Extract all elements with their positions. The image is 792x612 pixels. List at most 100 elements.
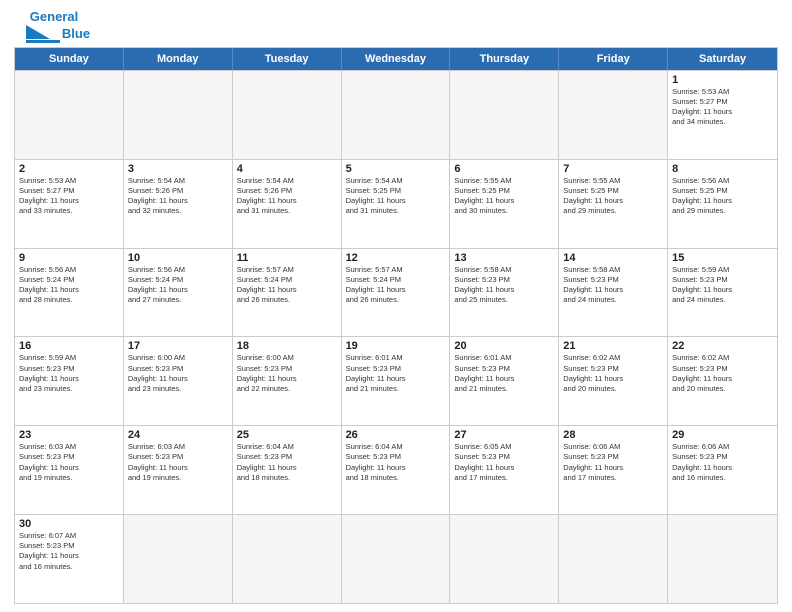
day-cell-30: 30Sunrise: 6:07 AM Sunset: 5:23 PM Dayli… — [15, 515, 124, 603]
day-cell-22: 22Sunrise: 6:02 AM Sunset: 5:23 PM Dayli… — [668, 337, 777, 425]
day-number: 27 — [454, 429, 554, 441]
empty-cell — [15, 71, 124, 159]
empty-cell — [559, 515, 668, 603]
day-cell-14: 14Sunrise: 5:58 AM Sunset: 5:23 PM Dayli… — [559, 249, 668, 337]
day-cell-27: 27Sunrise: 6:05 AM Sunset: 5:23 PM Dayli… — [450, 426, 559, 514]
day-number: 14 — [563, 252, 663, 264]
day-info: Sunrise: 6:01 AM Sunset: 5:23 PM Dayligh… — [454, 353, 514, 392]
day-cell-9: 9Sunrise: 5:56 AM Sunset: 5:24 PM Daylig… — [15, 249, 124, 337]
empty-cell — [124, 515, 233, 603]
day-cell-12: 12Sunrise: 5:57 AM Sunset: 5:24 PM Dayli… — [342, 249, 451, 337]
header: General Blue — [14, 10, 778, 43]
day-cell-5: 5Sunrise: 5:54 AM Sunset: 5:25 PM Daylig… — [342, 160, 451, 248]
day-cell-24: 24Sunrise: 6:03 AM Sunset: 5:23 PM Dayli… — [124, 426, 233, 514]
day-info: Sunrise: 5:53 AM Sunset: 5:27 PM Dayligh… — [672, 87, 732, 126]
logo-blue: Blue — [62, 26, 90, 41]
day-number: 20 — [454, 340, 554, 352]
day-number: 22 — [672, 340, 773, 352]
day-number: 19 — [346, 340, 446, 352]
day-cell-25: 25Sunrise: 6:04 AM Sunset: 5:23 PM Dayli… — [233, 426, 342, 514]
day-info: Sunrise: 6:02 AM Sunset: 5:23 PM Dayligh… — [672, 353, 732, 392]
day-cell-2: 2Sunrise: 5:53 AM Sunset: 5:27 PM Daylig… — [15, 160, 124, 248]
col-header-sunday: Sunday — [15, 48, 124, 70]
day-info: Sunrise: 5:55 AM Sunset: 5:25 PM Dayligh… — [563, 176, 623, 215]
day-info: Sunrise: 6:02 AM Sunset: 5:23 PM Dayligh… — [563, 353, 623, 392]
day-info: Sunrise: 6:06 AM Sunset: 5:23 PM Dayligh… — [563, 442, 623, 481]
day-cell-23: 23Sunrise: 6:03 AM Sunset: 5:23 PM Dayli… — [15, 426, 124, 514]
day-cell-17: 17Sunrise: 6:00 AM Sunset: 5:23 PM Dayli… — [124, 337, 233, 425]
day-info: Sunrise: 5:59 AM Sunset: 5:23 PM Dayligh… — [19, 353, 79, 392]
day-cell-3: 3Sunrise: 5:54 AM Sunset: 5:26 PM Daylig… — [124, 160, 233, 248]
day-info: Sunrise: 6:03 AM Sunset: 5:23 PM Dayligh… — [19, 442, 79, 481]
day-number: 4 — [237, 163, 337, 175]
day-info: Sunrise: 5:55 AM Sunset: 5:25 PM Dayligh… — [454, 176, 514, 215]
week-row-5: 23Sunrise: 6:03 AM Sunset: 5:23 PM Dayli… — [15, 425, 777, 514]
title-block — [94, 10, 778, 12]
day-number: 8 — [672, 163, 773, 175]
day-number: 30 — [19, 518, 119, 530]
day-number: 24 — [128, 429, 228, 441]
day-info: Sunrise: 5:54 AM Sunset: 5:25 PM Dayligh… — [346, 176, 406, 215]
day-info: Sunrise: 5:54 AM Sunset: 5:26 PM Dayligh… — [128, 176, 188, 215]
col-header-friday: Friday — [559, 48, 668, 70]
day-info: Sunrise: 5:56 AM Sunset: 5:25 PM Dayligh… — [672, 176, 732, 215]
day-info: Sunrise: 5:56 AM Sunset: 5:24 PM Dayligh… — [128, 265, 188, 304]
empty-cell — [450, 515, 559, 603]
empty-cell — [342, 71, 451, 159]
day-cell-1: 1Sunrise: 5:53 AM Sunset: 5:27 PM Daylig… — [668, 71, 777, 159]
day-info: Sunrise: 5:56 AM Sunset: 5:24 PM Dayligh… — [19, 265, 79, 304]
day-number: 7 — [563, 163, 663, 175]
day-number: 23 — [19, 429, 119, 441]
day-cell-20: 20Sunrise: 6:01 AM Sunset: 5:23 PM Dayli… — [450, 337, 559, 425]
day-info: Sunrise: 5:57 AM Sunset: 5:24 PM Dayligh… — [237, 265, 297, 304]
empty-cell — [450, 71, 559, 159]
empty-cell — [559, 71, 668, 159]
day-cell-6: 6Sunrise: 5:55 AM Sunset: 5:25 PM Daylig… — [450, 160, 559, 248]
day-cell-8: 8Sunrise: 5:56 AM Sunset: 5:25 PM Daylig… — [668, 160, 777, 248]
day-number: 9 — [19, 252, 119, 264]
day-info: Sunrise: 6:00 AM Sunset: 5:23 PM Dayligh… — [128, 353, 188, 392]
day-number: 5 — [346, 163, 446, 175]
day-number: 17 — [128, 340, 228, 352]
day-info: Sunrise: 6:00 AM Sunset: 5:23 PM Dayligh… — [237, 353, 297, 392]
day-info: Sunrise: 5:58 AM Sunset: 5:23 PM Dayligh… — [454, 265, 514, 304]
day-cell-7: 7Sunrise: 5:55 AM Sunset: 5:25 PM Daylig… — [559, 160, 668, 248]
week-row-2: 2Sunrise: 5:53 AM Sunset: 5:27 PM Daylig… — [15, 159, 777, 248]
day-info: Sunrise: 6:04 AM Sunset: 5:23 PM Dayligh… — [346, 442, 406, 481]
day-cell-26: 26Sunrise: 6:04 AM Sunset: 5:23 PM Dayli… — [342, 426, 451, 514]
empty-cell — [668, 515, 777, 603]
empty-cell — [233, 71, 342, 159]
day-number: 11 — [237, 252, 337, 264]
day-number: 13 — [454, 252, 554, 264]
day-number: 10 — [128, 252, 228, 264]
col-header-saturday: Saturday — [668, 48, 777, 70]
day-cell-10: 10Sunrise: 5:56 AM Sunset: 5:24 PM Dayli… — [124, 249, 233, 337]
col-header-thursday: Thursday — [450, 48, 559, 70]
calendar-body: 1Sunrise: 5:53 AM Sunset: 5:27 PM Daylig… — [15, 70, 777, 603]
day-number: 1 — [672, 74, 773, 86]
day-number: 25 — [237, 429, 337, 441]
day-info: Sunrise: 6:03 AM Sunset: 5:23 PM Dayligh… — [128, 442, 188, 481]
day-number: 28 — [563, 429, 663, 441]
day-cell-16: 16Sunrise: 5:59 AM Sunset: 5:23 PM Dayli… — [15, 337, 124, 425]
logo: General Blue — [14, 10, 94, 43]
col-header-tuesday: Tuesday — [233, 48, 342, 70]
col-header-wednesday: Wednesday — [342, 48, 451, 70]
day-info: Sunrise: 6:01 AM Sunset: 5:23 PM Dayligh… — [346, 353, 406, 392]
day-info: Sunrise: 5:53 AM Sunset: 5:27 PM Dayligh… — [19, 176, 79, 215]
day-cell-29: 29Sunrise: 6:06 AM Sunset: 5:23 PM Dayli… — [668, 426, 777, 514]
day-cell-21: 21Sunrise: 6:02 AM Sunset: 5:23 PM Dayli… — [559, 337, 668, 425]
page: General Blue SundayMondayTuesdayWednesda… — [0, 0, 792, 612]
calendar-header: SundayMondayTuesdayWednesdayThursdayFrid… — [15, 48, 777, 70]
week-row-3: 9Sunrise: 5:56 AM Sunset: 5:24 PM Daylig… — [15, 248, 777, 337]
week-row-6: 30Sunrise: 6:07 AM Sunset: 5:23 PM Dayli… — [15, 514, 777, 603]
day-cell-4: 4Sunrise: 5:54 AM Sunset: 5:26 PM Daylig… — [233, 160, 342, 248]
day-info: Sunrise: 5:58 AM Sunset: 5:23 PM Dayligh… — [563, 265, 623, 304]
col-header-monday: Monday — [124, 48, 233, 70]
day-cell-15: 15Sunrise: 5:59 AM Sunset: 5:23 PM Dayli… — [668, 249, 777, 337]
empty-cell — [233, 515, 342, 603]
day-number: 21 — [563, 340, 663, 352]
day-number: 12 — [346, 252, 446, 264]
day-number: 18 — [237, 340, 337, 352]
day-number: 3 — [128, 163, 228, 175]
